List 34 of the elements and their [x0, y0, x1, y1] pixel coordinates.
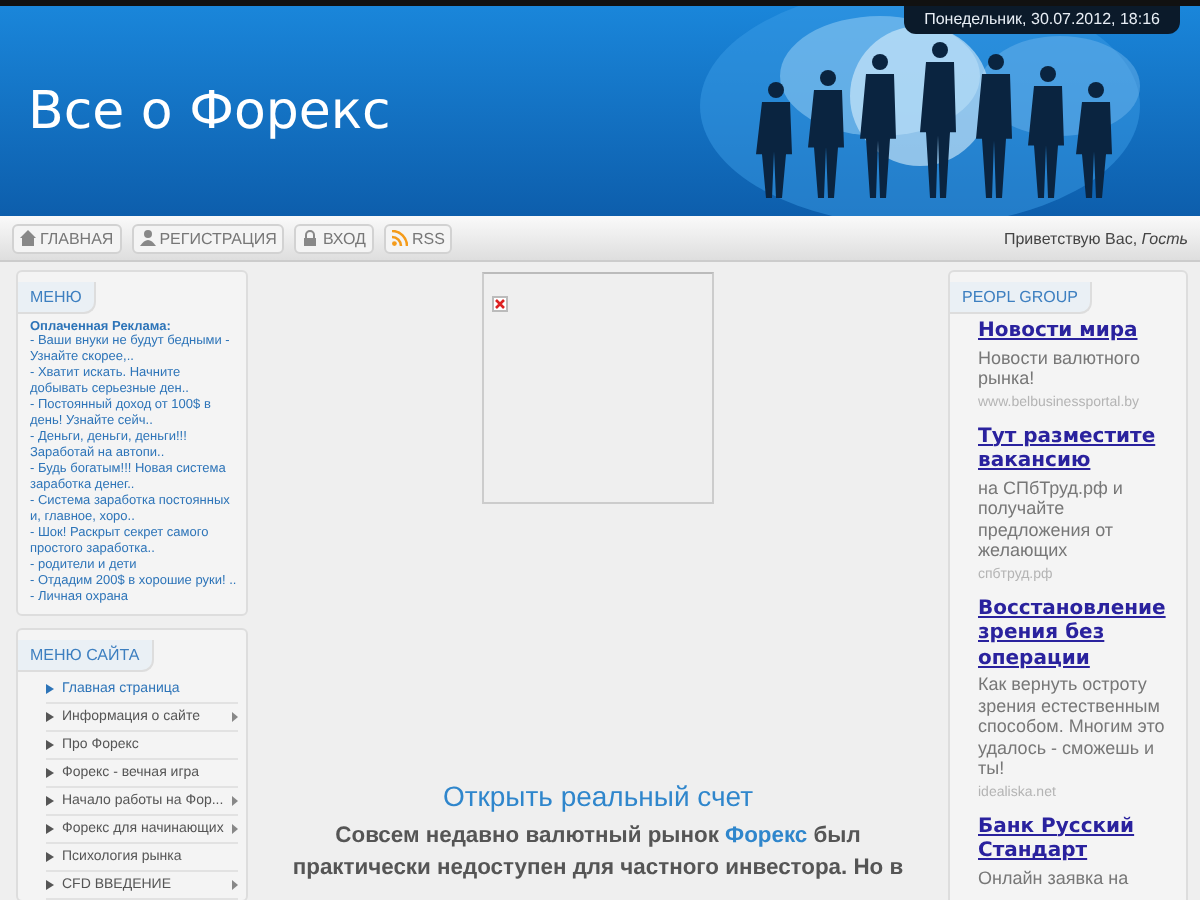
bullet-icon: [46, 712, 54, 722]
rss-icon: [391, 230, 408, 246]
ad-description: на СПбТруд.рф и получайте предложения от желающих: [978, 477, 1125, 561]
nav-link[interactable]: ГЛАВНАЯ: [12, 223, 122, 253]
nav-link[interactable]: RSS: [383, 223, 453, 253]
home-icon: [20, 230, 36, 246]
forex-link[interactable]: Форекс: [725, 824, 808, 848]
ad-title[interactable]: Тут разместите вакансию: [978, 425, 1170, 475]
panel-title: МЕНЮ: [18, 282, 96, 314]
open-account-link[interactable]: Открыть реальный счет: [442, 780, 754, 812]
ad-title[interactable]: Новости мира: [978, 320, 1170, 345]
ad-description: Как вернуть остроту зрения естественным способом. Многим это удалось - сможешь и ты!: [978, 674, 1167, 779]
bullet-icon: [46, 880, 54, 890]
intro-paragraph: Совсем недавно валютный рынок Форекс был практически недоступен для частного инвестора. Но в: [290, 822, 906, 884]
panel-title: PEOPL GROUP: [950, 282, 1092, 314]
date-time: Понедельник, 30.07.2012, 18:16: [904, 6, 1180, 34]
panel-title: МЕНЮ САЙТА: [18, 640, 154, 672]
bullet-icon: [46, 740, 54, 750]
bullet-icon: [46, 852, 54, 862]
bullet-icon: [46, 824, 54, 834]
ad-title[interactable]: Банк Русский Стандарт: [978, 815, 1170, 865]
site-title: Все о Форекс: [28, 81, 391, 141]
nav-link[interactable]: ВХОД: [294, 223, 374, 253]
lock-icon: [302, 230, 319, 246]
nav-link[interactable]: РЕГИСТРАЦИЯ: [131, 223, 285, 253]
bullet-icon: [46, 796, 54, 806]
ad-description: Новости валютного рынка!: [978, 347, 1143, 389]
user-icon: [139, 230, 156, 246]
ad-description: Онлайн заявка на: [978, 867, 1131, 888]
bullet-icon: [46, 768, 54, 778]
greeting: Приветствую Вас, Гость: [1003, 229, 1188, 247]
ad-title[interactable]: Восстановление зрения без операции: [978, 597, 1170, 672]
bullet-icon: [46, 684, 54, 694]
broken-image-icon: [492, 296, 508, 312]
